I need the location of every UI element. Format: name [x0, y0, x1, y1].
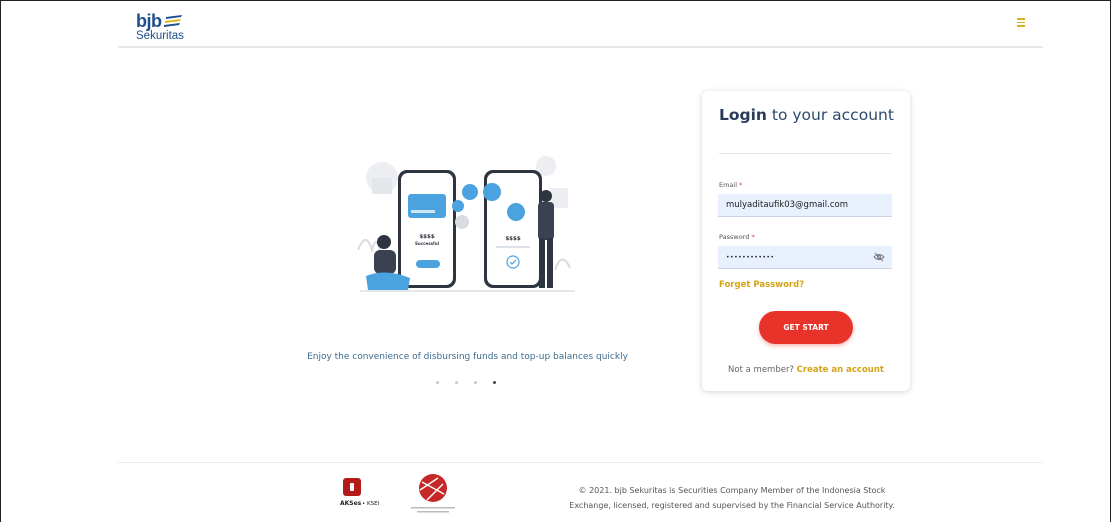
email-required-mark: * — [739, 181, 743, 189]
login-title: Login to your account — [719, 105, 894, 125]
title-divider — [719, 153, 892, 154]
email-field[interactable]: mulyaditaufik03@gmail.com — [718, 194, 892, 217]
email-label: Email * — [719, 181, 742, 189]
payment-illustration: $$$$ Successful $$$$ — [357, 156, 575, 292]
get-start-button[interactable]: GET START — [759, 311, 853, 344]
create-account-link[interactable]: Create an account — [797, 365, 884, 375]
carousel-dot-4[interactable] — [493, 381, 496, 384]
idx-logo — [411, 474, 455, 513]
ksei-label: • KSEI — [362, 501, 380, 507]
bjb-sekuritas-logo[interactable]: bjb Sekuritas — [136, 12, 196, 46]
forgot-password-link[interactable]: Forget Password? — [719, 280, 804, 290]
eye-slash-icon[interactable] — [873, 252, 885, 262]
left-phone-status: Successful — [415, 241, 440, 246]
signup-prompt: Not a member? Create an account — [702, 365, 910, 375]
footer-divider — [118, 462, 1043, 463]
signup-prompt-text: Not a member? — [728, 365, 797, 375]
carousel-dot-2[interactable] — [455, 381, 458, 384]
password-field[interactable]: •••••••••••• — [718, 246, 892, 269]
akses-ksei-logo: AKSes • KSEI — [340, 478, 380, 507]
logo-main-text: bjb — [136, 11, 162, 31]
copyright-text: © 2021. bjb Sekuritas is Securities Comp… — [548, 483, 916, 513]
password-label: Password * — [719, 233, 755, 241]
login-card: Login to your account Email * mulyaditau… — [702, 91, 910, 391]
email-field-value: mulyaditaufik03@gmail.com — [726, 200, 849, 210]
aks-label: AKSes — [340, 500, 362, 507]
logo-sub-text: Sekuritas — [136, 30, 184, 42]
login-title-bold: Login — [719, 106, 767, 124]
copyright-line-1: © 2021. bjb Sekuritas is Securities Comp… — [578, 486, 886, 495]
email-label-text: Email — [719, 181, 738, 189]
password-label-text: Password — [719, 233, 750, 241]
left-phone-amount: $$$$ — [419, 234, 434, 240]
carousel-dot-3[interactable] — [474, 381, 477, 384]
carousel-dots — [436, 381, 496, 384]
password-field-value: •••••••••••• — [726, 253, 775, 261]
login-title-rest: to your account — [766, 106, 894, 124]
hamburger-icon[interactable] — [1017, 18, 1027, 28]
password-required-mark: * — [751, 233, 755, 241]
copyright-line-2: Exchange, licensed, registered and super… — [569, 501, 895, 510]
right-phone-amount: $$$$ — [505, 236, 520, 242]
top-header: bjb Sekuritas — [118, 6, 1043, 48]
carousel-dot-1[interactable] — [436, 381, 439, 384]
logo-stripes-icon — [164, 15, 182, 27]
carousel-caption: Enjoy the convenience of disbursing fund… — [307, 352, 628, 362]
